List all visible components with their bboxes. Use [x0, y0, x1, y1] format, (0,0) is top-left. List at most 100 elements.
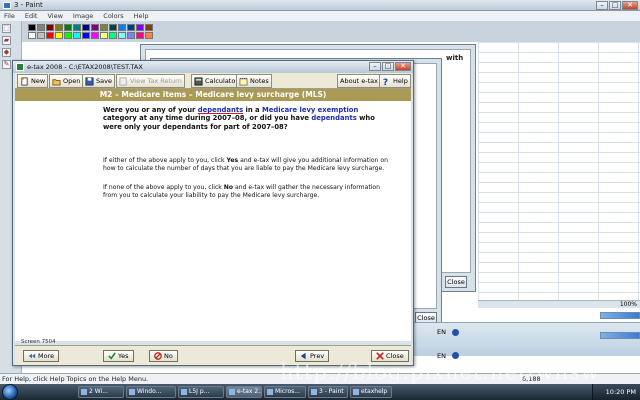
- menu-view[interactable]: View: [47, 11, 62, 21]
- palette-swatch[interactable]: [127, 24, 135, 31]
- taskbar-item[interactable]: Micros...: [264, 386, 306, 398]
- help-icon[interactable]: [452, 329, 459, 336]
- language-indicator[interactable]: EN: [437, 352, 446, 360]
- help-icon[interactable]: [452, 352, 459, 359]
- paint-app-icon: [3, 2, 11, 9]
- palette-swatch[interactable]: [136, 32, 144, 39]
- background-ribbon: EN EN: [412, 322, 640, 360]
- medicare-levy-exemption-link[interactable]: Medicare levy exemption: [262, 106, 358, 114]
- palette-swatch[interactable]: [55, 24, 63, 31]
- palette-swatch[interactable]: [82, 32, 90, 39]
- palette-swatch[interactable]: [100, 24, 108, 31]
- notes-button[interactable]: Notes: [236, 74, 272, 88]
- more-button[interactable]: More: [23, 350, 60, 362]
- dependants-link[interactable]: dependants: [198, 106, 243, 114]
- etax-toolbar: New Open Save View Tax Return Calculator…: [15, 73, 411, 89]
- palette-swatch[interactable]: [28, 32, 36, 39]
- question-text: Were you or any of your dependants in a …: [103, 106, 383, 131]
- close-icon[interactable]: ✕: [622, 1, 638, 10]
- svg-text:?: ?: [383, 78, 388, 86]
- pencil-tool-icon[interactable]: ✎: [2, 60, 11, 69]
- palette-swatch[interactable]: [37, 24, 45, 31]
- close-icon[interactable]: ✕: [395, 62, 411, 71]
- about-etax-button[interactable]: About e-tax: [337, 74, 382, 88]
- minimize-icon[interactable]: –: [596, 1, 608, 10]
- palette-swatch[interactable]: [127, 32, 135, 39]
- palette-swatch[interactable]: [82, 24, 90, 31]
- new-button[interactable]: New: [17, 74, 49, 88]
- palette-swatch[interactable]: [118, 32, 126, 39]
- palette-swatch[interactable]: [91, 32, 99, 39]
- save-button[interactable]: Save: [82, 74, 115, 88]
- view-tax-return-button[interactable]: View Tax Return: [116, 74, 185, 88]
- palette-swatch[interactable]: [55, 32, 63, 39]
- no-label: No: [164, 352, 173, 360]
- taskbar-item[interactable]: 2 Wi...: [78, 386, 124, 398]
- palette-swatch[interactable]: [145, 24, 153, 31]
- yes-instructions: If either of the above apply to you, cli…: [103, 157, 393, 173]
- about-etax-label: About e-tax: [340, 77, 379, 85]
- palette-swatch[interactable]: [100, 32, 108, 39]
- no-button[interactable]: No: [149, 350, 178, 362]
- taskbar-item[interactable]: L5J p...: [178, 386, 224, 398]
- yes-button[interactable]: Yes: [103, 350, 134, 362]
- taskbar-item[interactable]: etaxhelp: [350, 386, 392, 398]
- progress-strip: [600, 332, 640, 339]
- palette-swatch[interactable]: [136, 24, 144, 31]
- save-label: Save: [96, 77, 112, 85]
- more-label: More: [38, 352, 55, 360]
- question-part: category at any time during 2007–08, or …: [103, 114, 312, 123]
- start-button[interactable]: [2, 384, 18, 400]
- taskbar-item[interactable]: e-tax 2...: [226, 386, 262, 398]
- palette-swatch[interactable]: [64, 32, 72, 39]
- close-x-icon: [376, 352, 384, 360]
- maximize-icon[interactable]: □: [609, 1, 621, 10]
- open-folder-icon: [52, 78, 61, 86]
- close-button[interactable]: Close: [445, 276, 467, 288]
- taskbar-item[interactable]: 3 - Paint: [308, 386, 348, 398]
- color-palette: [28, 24, 153, 39]
- palette-swatch[interactable]: [118, 24, 126, 31]
- help-button[interactable]: ? Help: [379, 74, 411, 88]
- question-part: Were you or any of your: [103, 106, 198, 114]
- eraser-tool-icon[interactable]: ▰: [2, 36, 11, 45]
- calculator-button[interactable]: Calculator: [191, 74, 242, 88]
- save-disk-icon: [85, 76, 94, 86]
- fill-tool-icon[interactable]: ◆: [2, 48, 11, 57]
- palette-swatch[interactable]: [145, 32, 153, 39]
- help-question-icon: ?: [383, 78, 388, 86]
- new-file-icon: [21, 76, 28, 86]
- menu-help[interactable]: Help: [134, 11, 149, 21]
- page-title: M2 – Medicare items – Medicare levy surc…: [15, 89, 411, 101]
- help-status-text: For Help, click Help Topics on the Help …: [2, 375, 149, 383]
- select-tool-icon[interactable]: ⬚: [2, 24, 11, 33]
- new-label: New: [31, 77, 46, 85]
- palette-swatch[interactable]: [64, 24, 72, 31]
- zoom-bar: 100%: [478, 300, 640, 308]
- palette-swatch[interactable]: [91, 24, 99, 31]
- para-no-word: No: [223, 184, 234, 191]
- taskbar-item[interactable]: Windo...: [126, 386, 176, 398]
- clock[interactable]: 10:20 PM: [606, 388, 636, 396]
- no-instructions: If none of the above apply to you, click…: [103, 184, 393, 200]
- minimize-icon[interactable]: –: [369, 62, 381, 71]
- palette-swatch[interactable]: [73, 32, 81, 39]
- palette-swatch[interactable]: [28, 24, 36, 31]
- palette-swatch[interactable]: [37, 32, 45, 39]
- maximize-icon[interactable]: □: [382, 62, 394, 71]
- palette-swatch[interactable]: [109, 32, 117, 39]
- etax-window-controls: – □ ✕: [369, 62, 411, 71]
- palette-swatch[interactable]: [109, 24, 117, 31]
- menu-edit[interactable]: Edit: [25, 11, 38, 21]
- language-indicator[interactable]: EN: [437, 328, 446, 336]
- taskbar: 2 Wi... Windo... L5J p... e-tax 2... Mic…: [0, 384, 640, 400]
- palette-swatch[interactable]: [46, 24, 54, 31]
- menu-image[interactable]: Image: [73, 11, 93, 21]
- dependants-link[interactable]: dependants: [311, 114, 356, 122]
- open-button[interactable]: Open: [49, 74, 84, 88]
- palette-swatch[interactable]: [73, 24, 81, 31]
- menu-colors[interactable]: Colors: [103, 11, 123, 21]
- palette-swatch[interactable]: [46, 32, 54, 39]
- prev-arrow-icon: [300, 352, 306, 360]
- menu-file[interactable]: File: [4, 11, 15, 21]
